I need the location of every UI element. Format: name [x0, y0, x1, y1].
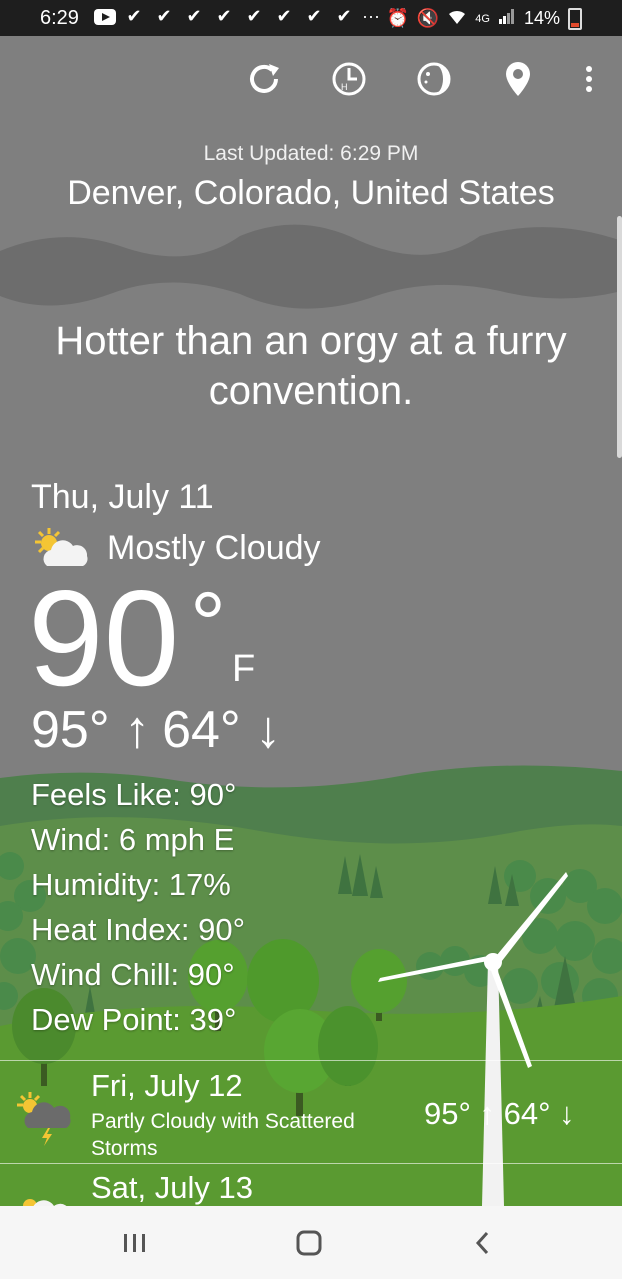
- forecast-description: Partly Cloudy with Scattered Storms: [91, 1110, 355, 1160]
- dew-point: Dew Point: 39°: [31, 1002, 237, 1037]
- recent-apps-button[interactable]: [115, 1226, 155, 1260]
- check-icon: ✔: [306, 6, 322, 26]
- hourly-button[interactable]: H: [326, 56, 372, 102]
- forecast-row[interactable]: Sat, July 13: [0, 1166, 622, 1206]
- current-temperature: 90: [28, 562, 180, 714]
- home-icon: [296, 1230, 322, 1256]
- check-icon: ✔: [126, 6, 142, 26]
- cloud-band: [0, 224, 622, 309]
- forecast-row[interactable]: Fri, July 12 Partly Cloudy with Scattere…: [0, 1064, 622, 1162]
- divider: [0, 1163, 622, 1164]
- overflow-menu-button[interactable]: [566, 56, 612, 102]
- partly-cloudy-storms-icon: [17, 1092, 71, 1146]
- check-icon: ✔: [156, 6, 172, 26]
- app-toolbar: H: [0, 56, 622, 102]
- last-updated: Last Updated: 6:29 PM: [203, 142, 419, 165]
- signal-icon: [498, 7, 516, 30]
- forecast-date: Fri, July 12: [91, 1068, 243, 1103]
- network-type: 4G: [475, 12, 490, 25]
- alarm-icon: ⏰: [386, 8, 409, 28]
- location-pin-icon: [506, 62, 530, 96]
- high-temp: 95° ↑: [31, 701, 151, 759]
- wind-chill: Wind Chill: 90°: [31, 957, 235, 992]
- weather-details: Feels Like: 90° Wind: 6 mph E Humidity: …: [31, 772, 245, 1042]
- wind: Wind: 6 mph E: [31, 822, 235, 857]
- recent-apps-icon: [124, 1234, 145, 1252]
- forecast-date: Sat, July 13: [91, 1170, 253, 1205]
- moon-icon: [417, 62, 451, 96]
- wifi-icon: [447, 8, 467, 29]
- svg-text:H: H: [341, 82, 348, 92]
- back-button[interactable]: [463, 1226, 503, 1260]
- moon-phase-button[interactable]: [411, 56, 457, 102]
- check-icon: ✔: [246, 6, 262, 26]
- low-temp: 64° ↓: [162, 701, 282, 759]
- degree-symbol: °: [190, 575, 226, 675]
- check-icon: ✔: [336, 6, 352, 26]
- weather-quip: Hotter than an orgy at a furry conventio…: [55, 319, 567, 413]
- back-icon: [475, 1231, 489, 1255]
- status-time: 6:29: [40, 7, 79, 29]
- heat-index: Heat Index: 90°: [31, 912, 246, 947]
- notification-icons: ✔ ✔ ✔ ✔ ✔ ✔ ✔ ✔ ···: [94, 6, 380, 27]
- refresh-button[interactable]: [241, 56, 287, 102]
- navigation-bar: [0, 1206, 622, 1279]
- location-title[interactable]: Denver, Colorado, United States: [0, 174, 622, 213]
- feels-like: Feels Like: 90°: [31, 777, 237, 812]
- partly-cloudy-icon: [23, 1199, 67, 1206]
- mute-icon: 🔇: [416, 8, 440, 28]
- refresh-icon: [250, 64, 279, 93]
- high-low: 95° ↑ 64° ↓: [31, 700, 281, 760]
- scrollbar[interactable]: [617, 216, 622, 458]
- location-button[interactable]: [495, 56, 541, 102]
- hourly-clock-icon: H: [332, 62, 366, 96]
- status-bar: 6:29 ✔ ✔ ✔ ✔ ✔ ✔ ✔ ✔ ··· ⏰ 🔇 4G 14%: [0, 0, 622, 36]
- check-icon: ✔: [186, 6, 202, 26]
- more-dots-icon: ···: [362, 6, 380, 26]
- divider: [0, 1060, 622, 1061]
- home-button[interactable]: [289, 1226, 329, 1260]
- check-icon: ✔: [276, 6, 292, 26]
- battery-percent: 14%: [523, 8, 560, 28]
- check-icon: ✔: [216, 6, 232, 26]
- forecast-temps: 95° ↑ 64° ↓: [424, 1096, 575, 1131]
- battery-icon: [568, 7, 582, 30]
- overflow-menu-icon: [586, 66, 592, 92]
- humidity: Humidity: 17%: [31, 867, 231, 902]
- current-date: Thu, July 11: [31, 478, 214, 516]
- system-icons: ⏰ 🔇 4G 14%: [386, 7, 582, 30]
- youtube-icon: [94, 8, 116, 25]
- temperature-unit[interactable]: F: [232, 648, 255, 691]
